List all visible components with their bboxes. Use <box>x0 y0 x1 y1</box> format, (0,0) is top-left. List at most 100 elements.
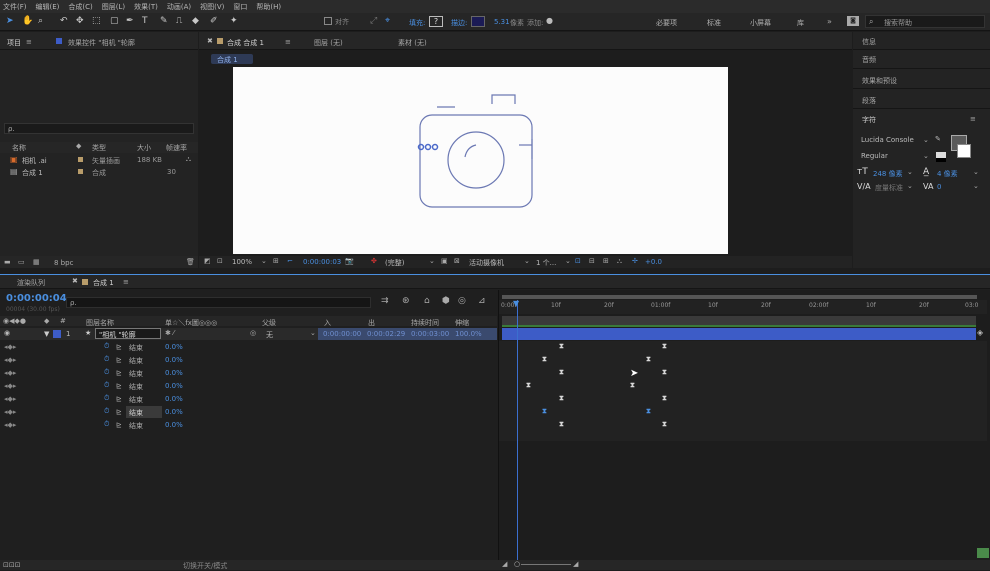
layer-stretch[interactable]: 100.0% <box>455 330 482 338</box>
graph-icon[interactable]: ⊵ <box>116 369 122 377</box>
tab-effect-controls[interactable]: 效果控件 "相机 "轮廓 <box>68 38 135 48</box>
keyframe-marker[interactable]: ⧗ <box>559 420 564 429</box>
stopwatch-icon[interactable]: ⏱ <box>104 355 109 364</box>
visibility-eye-icon[interactable]: ◉ <box>4 329 10 337</box>
project-search-input[interactable]: ρ. <box>4 123 194 134</box>
expand-triangle-icon[interactable]: ▼ <box>44 330 49 338</box>
viewer-menu-icon[interactable]: ≡ <box>285 38 291 46</box>
fast-preview-icon[interactable]: ⊡ <box>575 257 581 265</box>
graph-icon[interactable]: ⊵ <box>116 343 122 351</box>
keyframe-marker-selected[interactable]: ⧗ <box>646 407 651 416</box>
column-stretch[interactable]: 伸缩 <box>455 318 469 328</box>
roto-brush-tool-icon[interactable]: ✐ <box>210 15 218 27</box>
font-family-select[interactable]: Lucida Console <box>861 136 914 144</box>
current-timecode[interactable]: 0:00:00:04 <box>6 293 67 304</box>
property-value[interactable]: 0.0% <box>165 408 183 416</box>
workspace-standard[interactable]: 标准 <box>707 18 721 28</box>
puppet-pin-tool-icon[interactable]: ✦ <box>230 15 238 27</box>
mask-visibility-icon[interactable]: ⌐ <box>287 257 293 265</box>
tab-layer[interactable]: 图层 (无) <box>314 38 343 48</box>
property-value[interactable]: 0.0% <box>165 382 183 390</box>
menu-animation[interactable]: 动画(A) <box>167 2 191 12</box>
column-layer-name[interactable]: 图层名称 <box>86 318 114 328</box>
column-name[interactable]: 名称 <box>12 143 26 153</box>
column-size[interactable]: 大小 <box>137 143 151 153</box>
graph-icon[interactable]: ⊵ <box>116 421 122 429</box>
camera-select[interactable]: 活动摄像机 <box>469 258 504 268</box>
sync-icon[interactable]: ◙ <box>847 16 859 26</box>
property-row[interactable]: ◂◆▸ ⏱ ⊵ 结束 0.0% <box>0 354 497 367</box>
column-switches[interactable]: 单☆＼fx圖◎◎◎ <box>165 318 217 328</box>
brush-tool-icon[interactable]: ✎ <box>160 15 168 27</box>
layer-in-time[interactable]: 0:00:00:00 <box>323 330 361 338</box>
property-row[interactable]: ◂◆▸ ⏱ ⊵ 结束 0.0% <box>0 419 497 432</box>
layer-duration-bar[interactable] <box>502 328 976 340</box>
keyframe-nav-icon[interactable]: ◂◆▸ <box>4 408 16 416</box>
transparency-grid-icon[interactable]: ⊠ <box>454 257 460 265</box>
workspace-essentials[interactable]: 必要项 <box>656 18 677 28</box>
font-style-select[interactable]: Regular <box>861 152 888 160</box>
rotate-tool-icon[interactable]: ↶ <box>60 15 68 27</box>
camera-tool-icon[interactable]: ✥ <box>76 15 84 27</box>
kerning-value[interactable]: 度量标准 <box>875 183 903 193</box>
audio-section[interactable]: 音频 <box>862 55 876 65</box>
workspace-small-screen[interactable]: 小屏幕 <box>750 18 771 28</box>
graph-icon[interactable]: ⊵ <box>116 395 122 403</box>
resolution-select[interactable]: (完整) <box>385 258 404 268</box>
stroke-swatch[interactable] <box>471 16 485 27</box>
keyframe-marker[interactable]: ⧗ <box>559 368 564 377</box>
timeline-scroll-down-icon[interactable] <box>977 548 989 558</box>
keyframe-marker-selected[interactable]: ⧗ <box>542 407 547 416</box>
pen-tool-icon[interactable]: ✒ <box>126 15 134 27</box>
shy-layers-icon[interactable]: ⌂ <box>424 296 430 306</box>
keyframe-nav-icon[interactable]: ◂◆▸ <box>4 343 16 351</box>
reset-exposure-icon[interactable]: ⛬ <box>617 257 622 266</box>
motion-blur-icon[interactable]: ◎ <box>458 296 466 306</box>
snap-icon[interactable]: ⤢ <box>370 15 377 27</box>
tab-footage[interactable]: 素材 (无) <box>398 38 427 48</box>
keyframe-nav-icon[interactable]: ◂◆▸ <box>4 395 16 403</box>
tab-render-queue[interactable]: 渲染队列 <box>17 278 45 288</box>
layer-name-field[interactable]: "相机 "轮廓 <box>95 328 161 339</box>
keyframe-marker[interactable]: ⧗ <box>526 381 531 390</box>
eyedropper-icon[interactable]: ✎ <box>935 135 941 143</box>
pan-behind-tool-icon[interactable]: ⬚ <box>92 15 101 27</box>
zoom-select[interactable]: 100% <box>232 258 252 266</box>
chevron-down-icon[interactable]: ⌄ <box>524 257 530 265</box>
keyframe-marker[interactable]: ⧗ <box>662 368 667 377</box>
project-item[interactable]: ▣ 相机 .ai 矢量插画 188 KB ⛬ <box>0 154 198 166</box>
menu-composition[interactable]: 合成(C) <box>68 2 92 12</box>
comp-end-marker-icon[interactable]: ◈ <box>977 328 983 337</box>
chevron-down-icon[interactable]: ⌄ <box>907 168 913 176</box>
keyframe-marker[interactable]: ⧗ <box>646 355 651 364</box>
viewer-timecode[interactable]: 0:00:00:03 <box>303 258 341 266</box>
timeline-graph[interactable]: 0:00f 10f 20f 01:00f 10f 20f 02:00f 10f … <box>498 290 990 560</box>
menu-help[interactable]: 帮助(H) <box>256 2 281 12</box>
menu-view[interactable]: 视图(V) <box>200 2 224 12</box>
workspace-library[interactable]: 库 <box>797 18 804 28</box>
parent-select[interactable]: 无 <box>266 330 273 340</box>
viewer-lock-icon[interactable]: ✖ <box>207 37 213 45</box>
keyframe-marker[interactable]: ⧗ <box>662 394 667 403</box>
leading-value[interactable]: 4 像素 <box>937 169 958 179</box>
zoom-slider-handle[interactable]: ○ <box>514 560 520 568</box>
delete-icon[interactable]: 🗑 <box>186 258 195 266</box>
parent-pickwhip-icon[interactable]: ◎ <box>250 329 256 337</box>
column-duration[interactable]: 持续时间 <box>411 318 439 328</box>
zoom-slider[interactable] <box>521 564 571 565</box>
stopwatch-icon[interactable]: ⏱ <box>104 342 109 351</box>
search-help-box[interactable]: ⌕ 搜索帮助 <box>865 15 985 28</box>
exposure-value[interactable]: +0.0 <box>645 258 662 266</box>
keyframe-nav-icon[interactable]: ◂◆▸ <box>4 421 16 429</box>
zoom-in-icon[interactable]: ◢ <box>573 560 578 568</box>
chevron-down-icon[interactable]: ⌄ <box>907 182 913 190</box>
black-swatch[interactable] <box>936 158 946 162</box>
keyframe-marker[interactable]: ⧗ <box>662 342 667 351</box>
eraser-tool-icon[interactable]: ◆ <box>192 15 199 27</box>
character-menu-icon[interactable]: ≡ <box>970 115 976 123</box>
property-value[interactable]: 0.0% <box>165 395 183 403</box>
menu-effect[interactable]: 效果(T) <box>134 2 158 12</box>
stroke-color-swatch[interactable] <box>957 144 971 158</box>
property-value[interactable]: 0.0% <box>165 356 183 364</box>
paragraph-section[interactable]: 段落 <box>862 96 876 106</box>
